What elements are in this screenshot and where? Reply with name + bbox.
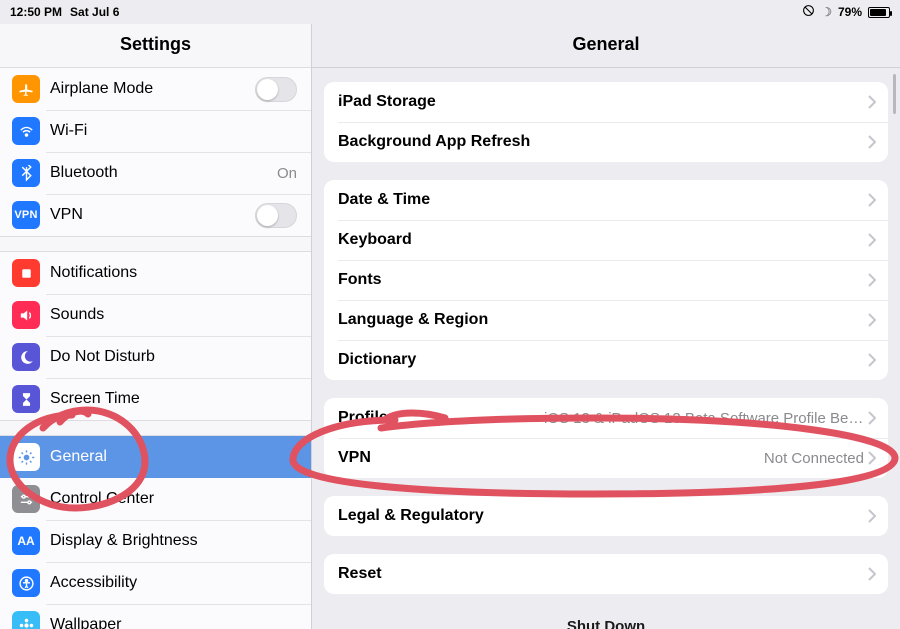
row-legal[interactable]: Legal & Regulatory (324, 496, 888, 536)
moon-icon (12, 343, 40, 371)
moon-icon: ☽ (821, 5, 832, 19)
sidebar-item-accessibility[interactable]: Accessibility (0, 562, 311, 604)
row-label: Profile (338, 409, 544, 427)
row-reset[interactable]: Reset (324, 554, 888, 594)
dnd-icon (802, 4, 815, 20)
chevron-right-icon (868, 567, 876, 581)
row-date-time[interactable]: Date & Time (324, 180, 888, 220)
row-label: Legal & Regulatory (338, 507, 868, 525)
hourglass-icon (12, 385, 40, 413)
row-label: Reset (338, 565, 868, 583)
sidebar-item-label: Wi-Fi (50, 122, 297, 140)
sidebar-group: Notifications Sounds Do Not Disturb (0, 251, 311, 421)
sidebar-item-general[interactable]: General (0, 436, 311, 478)
row-profile[interactable]: Profile iOS 13 & iPadOS 13 Beta Software… (324, 398, 888, 438)
row-language-region[interactable]: Language & Region (324, 300, 888, 340)
display-icon: AA (12, 527, 40, 555)
vpn-toggle[interactable] (255, 203, 297, 228)
status-bar: 12:50 PM Sat Jul 6 ☽ 79% (0, 0, 900, 24)
sidebar-item-label: Airplane Mode (50, 80, 255, 98)
wifi-icon (12, 117, 40, 145)
sidebar-item-wallpaper[interactable]: Wallpaper (0, 604, 311, 629)
row-background-refresh[interactable]: Background App Refresh (324, 122, 888, 162)
sidebar-item-label: Do Not Disturb (50, 348, 297, 366)
row-ipad-storage[interactable]: iPad Storage (324, 82, 888, 122)
accessibility-icon (12, 569, 40, 597)
scrollbar[interactable] (893, 74, 896, 114)
status-time: 12:50 PM (10, 5, 62, 19)
sidebar-group: Airplane Mode Wi-Fi Bluetooth On (0, 67, 311, 237)
row-label: Background App Refresh (338, 133, 868, 151)
row-label: Fonts (338, 271, 868, 289)
settings-sidebar: Settings Airplane Mode Wi-Fi (0, 24, 312, 629)
sidebar-item-vpn[interactable]: VPN VPN (0, 194, 311, 236)
flower-icon (12, 611, 40, 629)
sidebar-item-notifications[interactable]: Notifications (0, 252, 311, 294)
status-date: Sat Jul 6 (70, 5, 119, 19)
bluetooth-icon (12, 159, 40, 187)
sidebar-item-label: VPN (50, 206, 255, 224)
sidebar-item-screentime[interactable]: Screen Time (0, 378, 311, 420)
chevron-right-icon (868, 411, 876, 425)
sidebar-item-controlcenter[interactable]: Control Center (0, 478, 311, 520)
row-label: Dictionary (338, 351, 868, 369)
chevron-right-icon (868, 273, 876, 287)
sidebar-item-label: Control Center (50, 490, 297, 508)
row-vpn[interactable]: VPN Not Connected (324, 438, 888, 478)
vpn-icon: VPN (12, 201, 40, 229)
sliders-icon (12, 485, 40, 513)
sidebar-title: Settings (0, 24, 311, 67)
chevron-right-icon (868, 135, 876, 149)
row-label: Date & Time (338, 191, 868, 209)
speaker-icon (12, 301, 40, 329)
row-label: VPN (338, 449, 764, 467)
row-value: iOS 13 & iPadOS 13 Beta Software Profile… (544, 410, 864, 427)
sidebar-item-display[interactable]: AA Display & Brightness (0, 520, 311, 562)
sidebar-item-bluetooth[interactable]: Bluetooth On (0, 152, 311, 194)
chevron-right-icon (868, 353, 876, 367)
row-label: iPad Storage (338, 93, 868, 111)
bluetooth-value: On (277, 165, 297, 182)
sidebar-item-label: Sounds (50, 306, 297, 324)
main-title: General (312, 24, 900, 68)
sidebar-item-label: Display & Brightness (50, 532, 297, 550)
settings-card: Legal & Regulatory (324, 496, 888, 536)
battery-icon (868, 7, 890, 18)
row-fonts[interactable]: Fonts (324, 260, 888, 300)
sidebar-item-label: Notifications (50, 264, 297, 282)
airplane-icon (12, 75, 40, 103)
row-keyboard[interactable]: Keyboard (324, 220, 888, 260)
sidebar-item-label: Screen Time (50, 390, 297, 408)
sidebar-item-wifi[interactable]: Wi-Fi (0, 110, 311, 152)
chevron-right-icon (868, 193, 876, 207)
chevron-right-icon (868, 95, 876, 109)
row-label: Keyboard (338, 231, 868, 249)
row-dictionary[interactable]: Dictionary (324, 340, 888, 380)
sidebar-item-airplane[interactable]: Airplane Mode (0, 68, 311, 110)
chevron-right-icon (868, 233, 876, 247)
sidebar-item-sounds[interactable]: Sounds (0, 294, 311, 336)
shutdown-button[interactable]: Shut Down (324, 612, 888, 629)
sidebar-item-dnd[interactable]: Do Not Disturb (0, 336, 311, 378)
sidebar-item-label: Accessibility (50, 574, 297, 592)
settings-card: Profile iOS 13 & iPadOS 13 Beta Software… (324, 398, 888, 478)
row-label: Language & Region (338, 311, 868, 329)
general-pane: General iPad Storage Background App Refr… (312, 24, 900, 629)
sidebar-item-label: Bluetooth (50, 164, 277, 182)
settings-card: Date & Time Keyboard Fonts Language & Re… (324, 180, 888, 380)
airplane-toggle[interactable] (255, 77, 297, 102)
gear-icon (12, 443, 40, 471)
sidebar-item-label: Wallpaper (50, 616, 297, 629)
settings-card: Reset (324, 554, 888, 594)
chevron-right-icon (868, 451, 876, 465)
row-value: Not Connected (764, 450, 864, 467)
settings-card: iPad Storage Background App Refresh (324, 82, 888, 162)
sidebar-item-label: General (50, 448, 297, 466)
bell-icon (12, 259, 40, 287)
chevron-right-icon (868, 509, 876, 523)
sidebar-group: General Control Center AA Display & Brig… (0, 435, 311, 629)
chevron-right-icon (868, 313, 876, 327)
battery-percent: 79% (838, 5, 862, 19)
